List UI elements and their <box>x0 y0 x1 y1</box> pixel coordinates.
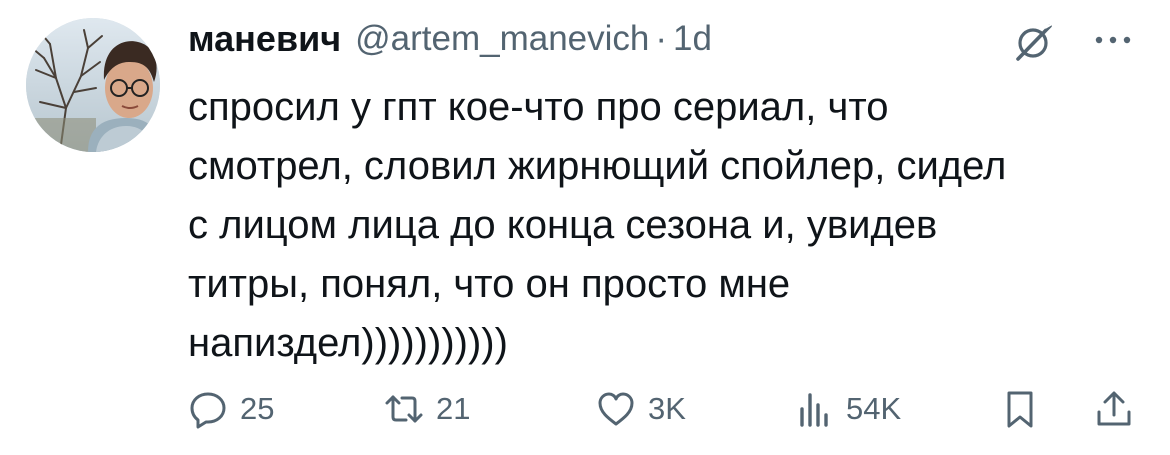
grok-icon[interactable] <box>1012 20 1056 64</box>
user-handle[interactable]: @artem_manevich <box>355 19 649 59</box>
display-name[interactable]: маневич <box>188 18 341 60</box>
heart-icon <box>598 392 634 426</box>
timestamp[interactable]: 1d <box>673 19 712 59</box>
reply-icon <box>190 392 226 429</box>
retweet-count: 21 <box>436 391 471 426</box>
tweet-text: спросил у гпт кое-что про сериал, что см… <box>188 85 1007 365</box>
retweet-icon <box>385 395 423 423</box>
tweet-header: маневич @artem_manevich · 1d <box>188 18 712 60</box>
analytics-icon <box>800 393 828 427</box>
bookmark-icon <box>1007 391 1033 428</box>
action-bar: 25 21 3K 54K <box>188 384 1148 434</box>
separator-dot: · <box>655 19 668 58</box>
views-button[interactable]: 54K <box>794 384 901 434</box>
share-icon <box>1097 391 1131 426</box>
avatar-photo <box>26 18 160 152</box>
like-button[interactable]: 3K <box>596 384 686 434</box>
like-count: 3K <box>648 391 686 426</box>
views-count: 54K <box>846 391 902 426</box>
avatar[interactable] <box>26 18 160 152</box>
retweet-button[interactable]: 21 <box>384 384 470 434</box>
reply-count: 25 <box>240 391 275 426</box>
tweet: маневич @artem_manevich · 1d спросил у г… <box>0 0 1170 455</box>
share-button[interactable] <box>1094 384 1134 434</box>
reply-button[interactable]: 25 <box>188 384 274 434</box>
more-dots-icon[interactable] <box>1090 22 1136 58</box>
bookmark-button[interactable] <box>1000 384 1040 434</box>
